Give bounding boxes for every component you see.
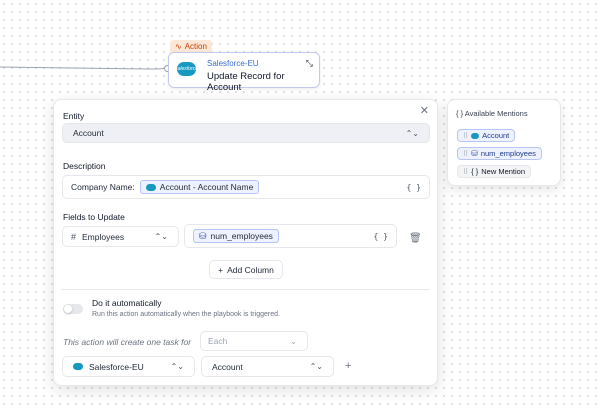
mention-item-account[interactable]: ⠿ Account [457, 129, 516, 142]
add-plus-icon[interactable]: + [345, 360, 351, 372]
salesforce-icon [145, 183, 156, 191]
mention-item-num-employees[interactable]: ⠿ ⛁ num_employees [457, 147, 542, 160]
entity-select[interactable]: Account ⌃⌄ [62, 123, 430, 143]
description-label: Description [63, 161, 106, 171]
field-select[interactable]: # Employees ⌃⌄ [62, 226, 179, 247]
node-integration-name: Salesforce-EU [207, 59, 259, 68]
plus-icon: + [218, 264, 224, 275]
fields-to-update-label: Fields to Update [63, 212, 125, 222]
mention-chip-account-name[interactable]: Account - Account Name [139, 180, 260, 194]
drag-handle-icon[interactable]: ⠿ [463, 132, 468, 140]
hash-icon: # [71, 231, 77, 242]
chevron-updown-icon: ⌃⌄ [309, 362, 323, 371]
mentions-header: { } Available Mentions [456, 109, 528, 118]
description-prefix: Company Name: [71, 182, 135, 192]
action-tag-label: Action [184, 42, 207, 51]
description-input[interactable]: Company Name: Account - Account Name { } [62, 175, 430, 199]
braces-icon[interactable]: { } [407, 183, 421, 192]
action-config-panel: ✕ Entity Account ⌃⌄ Description Company … [53, 99, 438, 386]
trash-icon[interactable]: 🗑 [409, 233, 422, 244]
entity-label: Entity [63, 111, 85, 121]
chevron-down-icon: ⌄ [290, 336, 297, 346]
auto-run-description: Run this action automatically when the p… [92, 311, 280, 318]
each-select[interactable]: Each ⌄ [200, 331, 308, 351]
salesforce-icon [471, 132, 480, 139]
entity-select-value: Account [73, 128, 104, 138]
chevron-updown-icon: ⌃⌄ [154, 232, 168, 241]
braces-icon: { } [471, 167, 479, 176]
pulse-icon: ∿ [175, 42, 182, 51]
mention-item-new[interactable]: ⠿ { } New Mention [457, 165, 532, 178]
divider [62, 289, 429, 290]
database-icon: ⛁ [471, 149, 478, 158]
action-node[interactable]: salesforce Salesforce-EU Update Record f… [168, 52, 320, 93]
database-icon: ⛁ [199, 230, 207, 241]
auto-run-title: Do it automatically [92, 298, 162, 308]
close-icon[interactable]: ✕ [420, 104, 429, 117]
available-mentions-panel: { } Available Mentions ⠿ Account ⠿ ⛁ num… [447, 99, 561, 186]
object-select[interactable]: Account ⌃⌄ [201, 356, 334, 377]
add-column-button[interactable]: + Add Column [209, 260, 283, 279]
node-title: Update Record for Account [207, 71, 285, 93]
field-value-input[interactable]: ⛁ num_employees { } [184, 224, 397, 248]
collapse-icon[interactable]: ⤡ [306, 58, 313, 69]
drag-handle-icon[interactable]: ⠿ [463, 150, 468, 158]
drag-handle-icon[interactable]: ⠿ [463, 168, 468, 176]
integration-select[interactable]: Salesforce-EU ⌃⌄ [62, 356, 195, 377]
braces-icon[interactable]: { } [374, 232, 388, 241]
chevron-updown-icon: ⌃⌄ [170, 362, 184, 371]
salesforce-logo-icon: salesforce [175, 62, 198, 76]
auto-run-toggle[interactable] [63, 304, 83, 314]
task-note: This action will create one task for [63, 337, 192, 347]
braces-icon: { } [456, 109, 464, 118]
chevron-updown-icon: ⌃⌄ [405, 128, 419, 138]
mention-chip-num-employees[interactable]: ⛁ num_employees [193, 229, 279, 243]
salesforce-icon [73, 363, 83, 370]
field-select-value: Employees [82, 231, 125, 242]
